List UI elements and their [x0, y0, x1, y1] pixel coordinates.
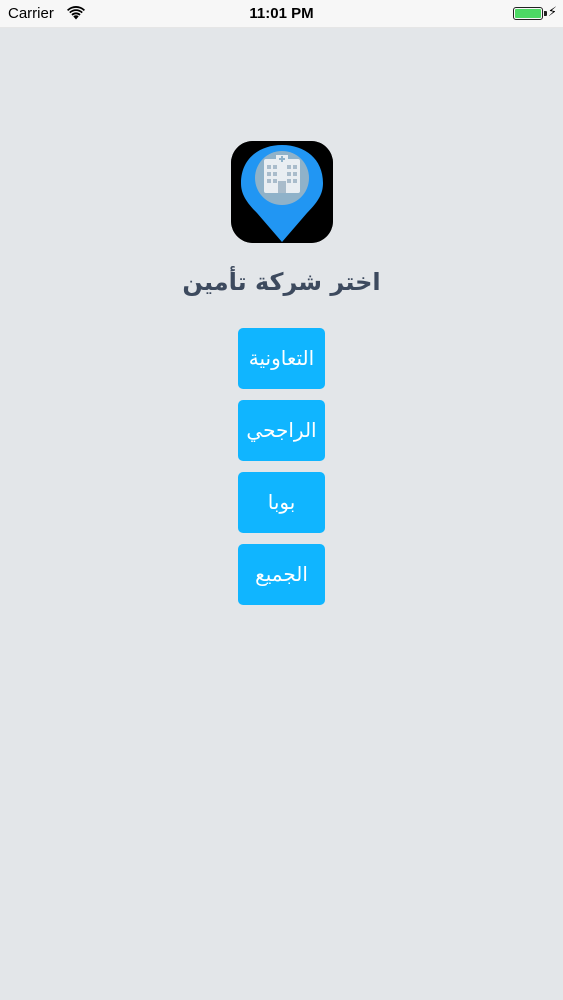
status-bar: Carrier 11:01 PM ⚡ — [0, 0, 563, 28]
page-title: اختر شركة تأمين — [182, 268, 381, 296]
company-button-bupa[interactable]: بوبا — [238, 472, 325, 533]
charging-bolt-icon: ⚡ — [547, 5, 557, 20]
battery-tip — [544, 11, 547, 16]
hospital-map-pin-icon — [231, 141, 333, 243]
status-time: 11:01 PM — [249, 5, 314, 22]
company-button-all[interactable]: الجميع — [238, 544, 325, 605]
company-button-alrajhi[interactable]: الراجحي — [238, 400, 325, 461]
company-button-tawuniya[interactable]: التعاونية — [238, 328, 325, 389]
company-button-list: التعاونية الراجحي بوبا الجميع — [238, 328, 325, 616]
battery-level — [515, 9, 541, 18]
battery-icon — [513, 7, 543, 20]
